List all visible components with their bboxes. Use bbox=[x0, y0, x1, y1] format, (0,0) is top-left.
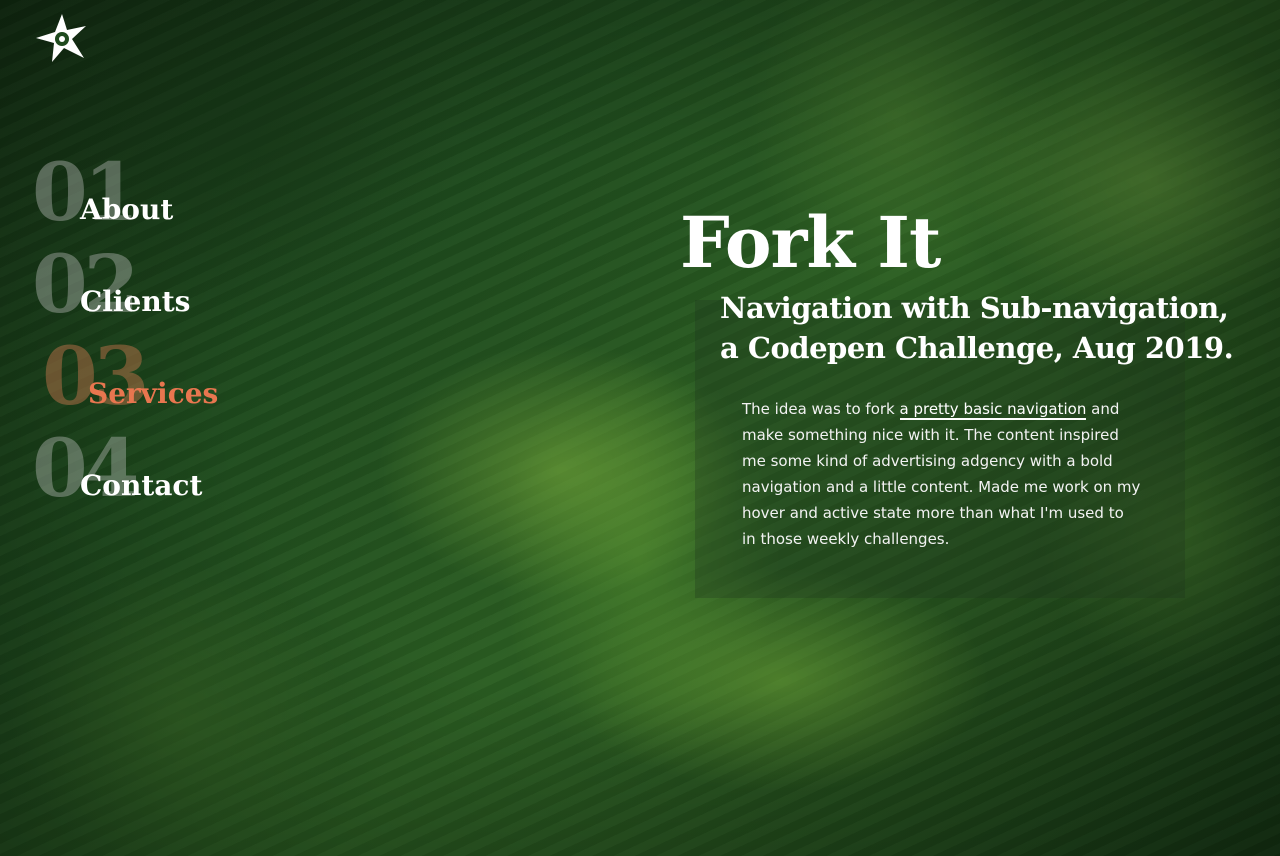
nav-label: About bbox=[80, 193, 174, 226]
nav-label: Clients bbox=[80, 285, 191, 318]
intro-text-start: The idea was to fork bbox=[742, 400, 900, 418]
page-title: Fork It bbox=[680, 201, 941, 284]
star-logo-icon[interactable] bbox=[34, 12, 90, 64]
nav-label: Contact bbox=[80, 469, 203, 502]
basic-navigation-link[interactable]: a pretty basic navigation bbox=[899, 400, 1087, 420]
nav-label: Services bbox=[88, 377, 219, 410]
intro-paragraph: The idea was to fork a pretty basic navi… bbox=[742, 396, 1142, 552]
page-subtitle: Navigation with Sub-navigation, a Codepe… bbox=[720, 291, 1234, 365]
intro-text-end: and make something nice with it. The con… bbox=[742, 400, 1141, 548]
